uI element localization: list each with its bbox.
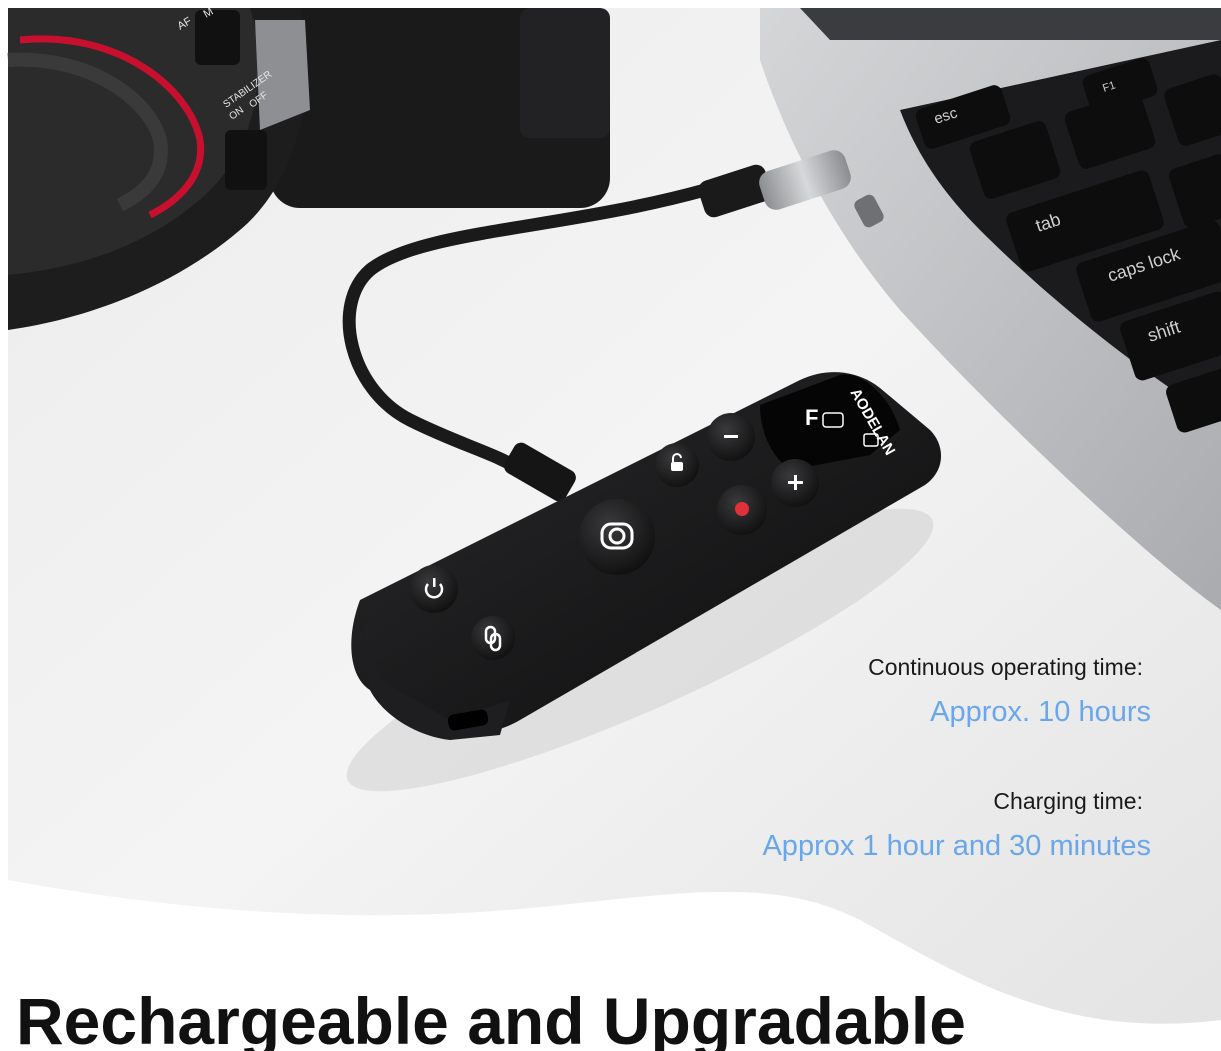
shutter-button bbox=[579, 499, 655, 575]
power-button bbox=[410, 565, 458, 613]
operating-time-label: Continuous operating time: bbox=[868, 654, 1143, 680]
record-button bbox=[717, 485, 767, 535]
link-button bbox=[471, 616, 515, 660]
product-promo-canvas: AF M STABILIZER ON OFF esc F1 tab caps l… bbox=[0, 0, 1221, 1051]
charging-time-label: Charging time: bbox=[993, 788, 1143, 814]
minus-icon bbox=[724, 435, 738, 438]
minus-button bbox=[707, 413, 755, 461]
headline: Rechargeable and Upgradable bbox=[16, 984, 966, 1051]
lock-icon bbox=[671, 462, 683, 471]
record-dot-icon bbox=[735, 502, 749, 516]
charging-time-value: Approx 1 hour and 30 minutes bbox=[762, 830, 1151, 862]
plus-button bbox=[771, 459, 819, 507]
product-photo: AF M STABILIZER ON OFF esc F1 tab caps l… bbox=[7, 6, 1221, 1051]
screen-mode-letter: F bbox=[805, 405, 818, 430]
lock-button bbox=[655, 443, 699, 487]
operating-time-value: Approx. 10 hours bbox=[930, 696, 1151, 728]
